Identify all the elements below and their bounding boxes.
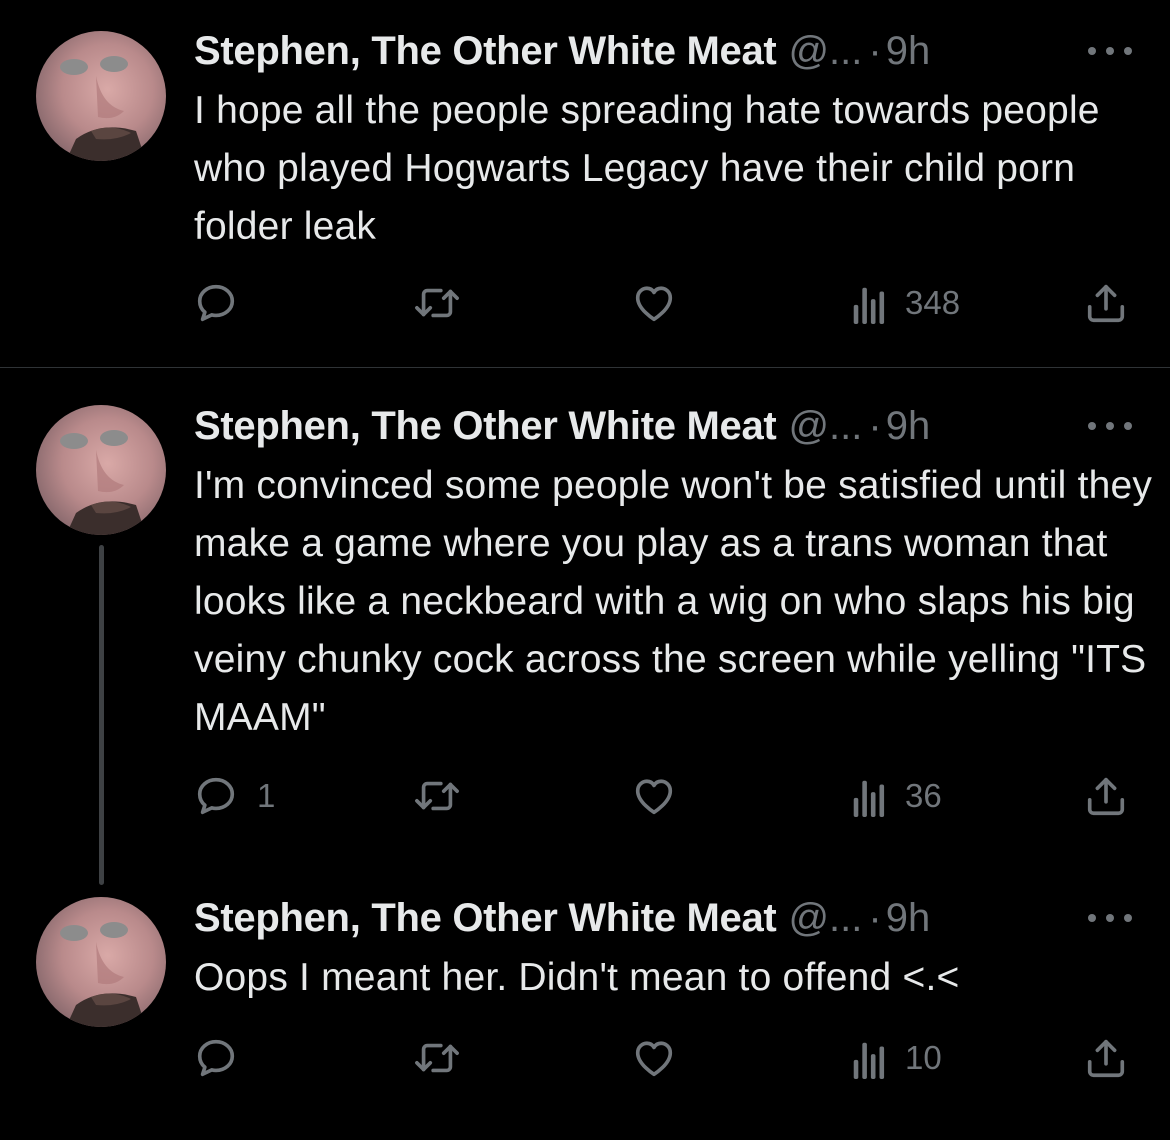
views-button[interactable]: 348 [851,278,960,328]
like-button[interactable] [630,278,678,328]
avatar-image [60,430,146,535]
author-name[interactable]: Stephen, The Other White Meat [194,896,777,941]
like-button[interactable] [630,1033,678,1083]
reply-button[interactable] [193,1033,257,1083]
reply-count: 1 [257,777,276,814]
views-icon [853,1042,885,1079]
tweet-text: Oops I meant her. Didn't mean to offend … [194,956,960,999]
like-icon [635,286,673,322]
view-count: 36 [905,777,942,814]
tweet-header: Stephen, The Other White Meat @... · 9h [194,401,930,451]
reply-icon [197,284,235,322]
separator-dot: · [868,403,882,448]
views-button[interactable]: 10 [851,1033,942,1083]
avatar[interactable] [36,31,166,161]
views-button[interactable]: 36 [851,771,942,821]
avatar-image [60,56,146,161]
tweet-1[interactable]: Stephen, The Other White Meat @... · 9h … [0,0,1170,367]
share-icon [1087,1039,1125,1078]
tweet-2[interactable]: Stephen, The Other White Meat @... · 9h … [0,368,1170,868]
reply-button[interactable]: 1 [193,771,275,821]
view-count: 10 [905,1039,942,1076]
views-icon [853,287,885,324]
separator-dot: · [868,28,882,73]
tweet-header: Stephen, The Other White Meat @... · 9h [194,26,930,76]
share-icon [1087,284,1125,323]
share-button[interactable] [1083,278,1129,328]
retweet-icon [415,1043,459,1073]
avatar[interactable] [36,897,166,1027]
tweet-text: I hope all the people spreading hate tow… [194,89,1100,248]
author-handle[interactable]: @... [788,404,862,449]
tweet-actions: 10 [0,1033,1170,1083]
timestamp[interactable]: 9h [886,896,931,941]
tweet-header: Stephen, The Other White Meat @... · 9h [194,893,930,943]
like-icon [635,779,673,815]
author-name[interactable]: Stephen, The Other White Meat [194,404,777,449]
retweet-button[interactable] [411,771,463,821]
thread-connector-line [99,545,104,885]
retweet-button[interactable] [411,278,463,328]
share-button[interactable] [1083,1033,1129,1083]
timestamp[interactable]: 9h [886,404,931,449]
more-icon[interactable] [1088,912,1132,924]
like-icon [635,1041,673,1077]
more-icon[interactable] [1088,420,1132,432]
retweet-button[interactable] [411,1033,463,1083]
retweet-icon [415,288,459,318]
reply-icon [197,777,235,815]
share-button[interactable] [1083,771,1129,821]
tweet-text: I'm convinced some people won't be satis… [194,464,1153,739]
author-handle[interactable]: @... [788,29,862,74]
author-handle[interactable]: @... [788,896,862,941]
tweet-3[interactable]: Stephen, The Other White Meat @... · 9h … [0,868,1170,1140]
avatar-image [60,922,146,1027]
like-button[interactable] [630,771,678,821]
views-icon [853,780,885,817]
author-name[interactable]: Stephen, The Other White Meat [194,29,777,74]
reply-icon [197,1039,235,1077]
avatar[interactable] [36,405,166,535]
view-count: 348 [905,284,961,321]
reply-button[interactable] [193,278,257,328]
tweet-actions: 348 [0,278,1170,328]
separator-dot: · [868,895,882,940]
retweet-icon [415,781,459,811]
more-icon[interactable] [1088,45,1132,57]
tweet-actions: 1 36 [0,771,1170,821]
share-icon [1087,777,1125,816]
timestamp[interactable]: 9h [886,29,931,74]
